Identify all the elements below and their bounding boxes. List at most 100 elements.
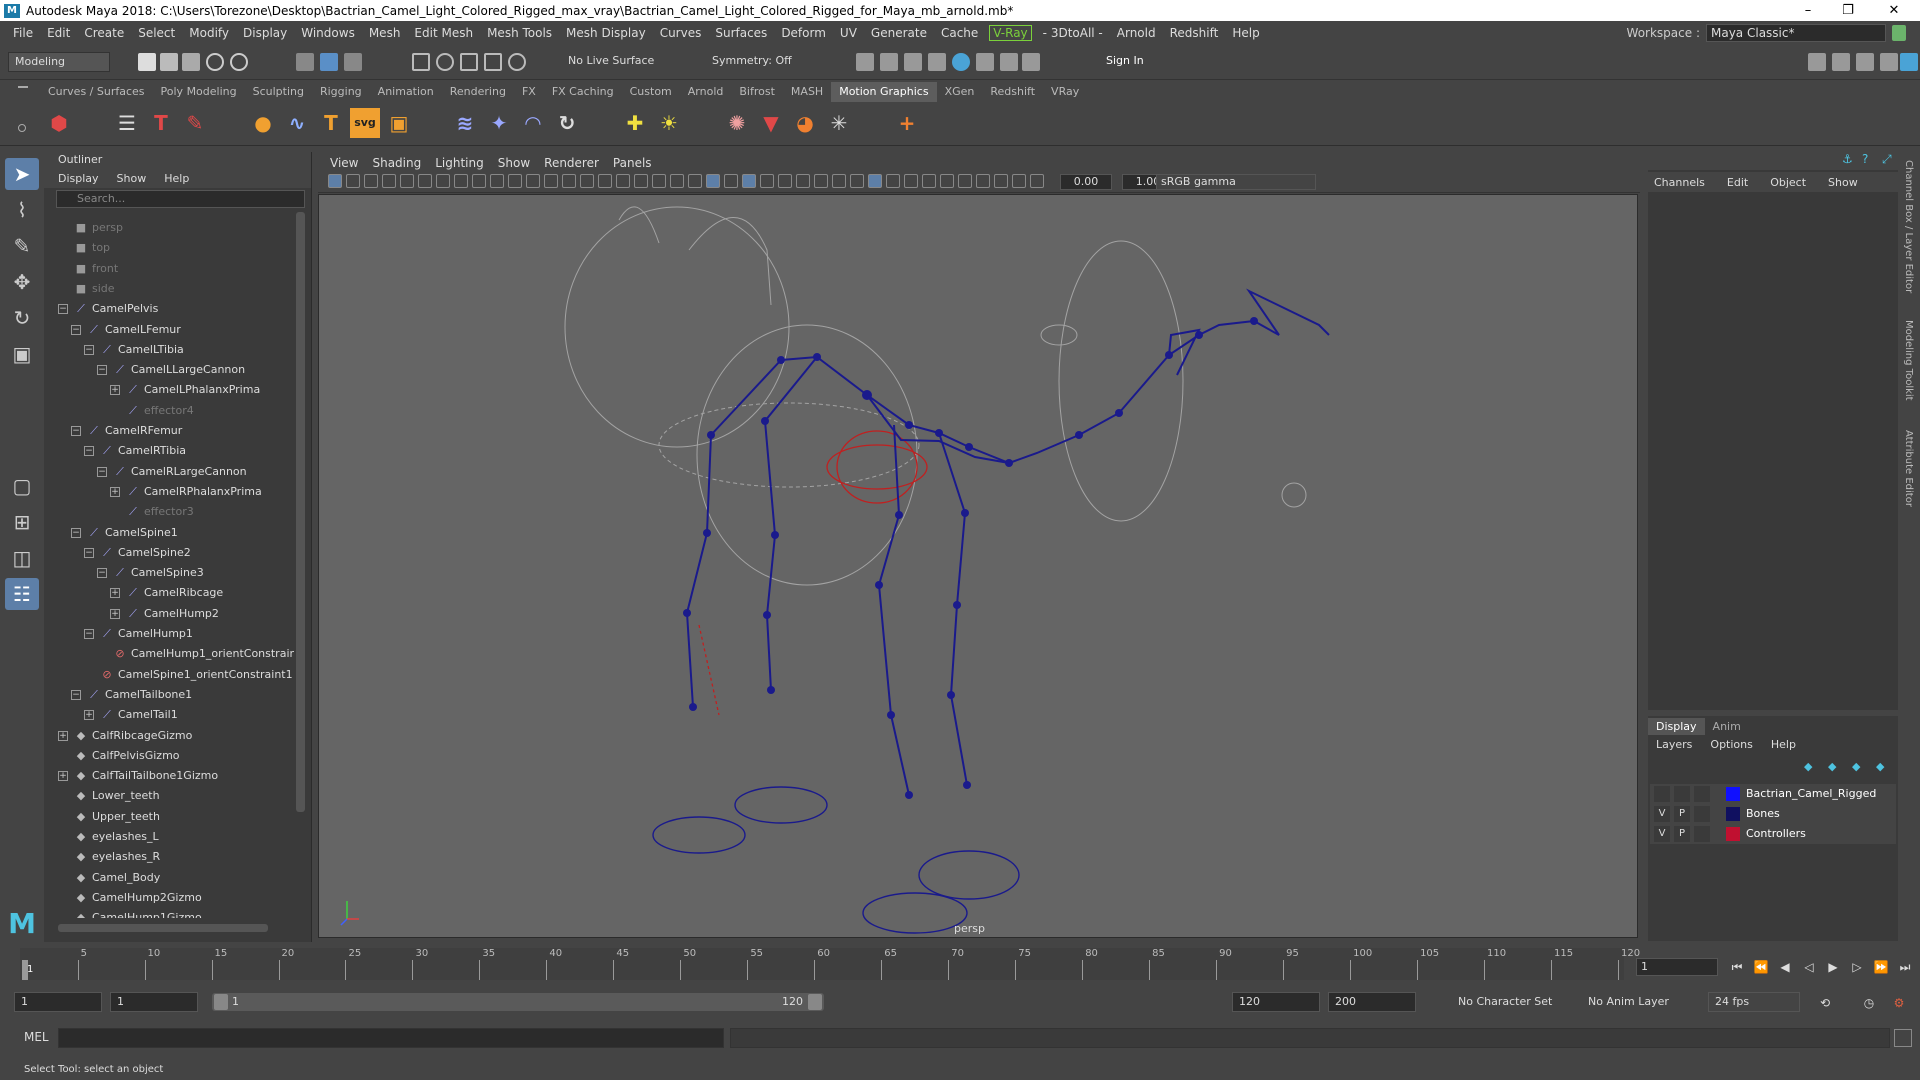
expand-icon[interactable]: +	[84, 710, 94, 721]
command-input[interactable]	[58, 1028, 724, 1048]
paint-select-tool-icon[interactable]: ✎	[5, 230, 39, 262]
twist-shelf-icon[interactable]: ↻	[552, 108, 582, 138]
move-tool-icon[interactable]: ✥	[5, 266, 39, 298]
expand-icon[interactable]: +	[58, 730, 68, 741]
expand-icon[interactable]: +	[110, 385, 120, 396]
go-to-end-icon[interactable]: ⏭	[1896, 958, 1914, 976]
outliner-row[interactable]: ◆ CamelHump1Gizmo	[58, 908, 202, 918]
outliner-row[interactable]: ◆ CalfPelvisGizmo	[58, 746, 180, 766]
layer-menu-options[interactable]: Options	[1710, 738, 1752, 751]
collapse-icon[interactable]: −	[58, 304, 68, 315]
collapse-icon[interactable]: −	[71, 527, 81, 538]
outliner-row[interactable]: + ◆ CalfTailTailbone1Gizmo	[58, 766, 218, 786]
outliner-row[interactable]: − ⟋ CamelHump1	[84, 624, 193, 644]
list-shelf-icon[interactable]: ☰	[112, 108, 142, 138]
viewport-menu-panels[interactable]: Panels	[607, 156, 658, 170]
viewport-tool-button[interactable]	[976, 174, 990, 188]
persp-outliner-layout-icon[interactable]: ◫	[5, 542, 39, 574]
layer-color-swatch[interactable]	[1726, 787, 1740, 801]
side-tab-modeling-toolkit[interactable]: Modeling Toolkit	[1903, 320, 1914, 401]
outliner-menu-display[interactable]: Display	[58, 172, 99, 185]
menu-3dtoall[interactable]: - 3DtoAll -	[1036, 26, 1110, 40]
lasso-tool-icon[interactable]: ⌇	[5, 194, 39, 226]
snap-view-plane-icon[interactable]	[484, 53, 502, 71]
menu-curves[interactable]: Curves	[653, 26, 709, 40]
viewport-tool-button[interactable]	[796, 174, 810, 188]
pause-render-icon[interactable]	[1022, 53, 1040, 71]
viewport-tool-button[interactable]	[652, 174, 666, 188]
anim-prefs-icon[interactable]: ⚙	[1890, 994, 1908, 1012]
outliner-row[interactable]: − ⟋ CamelSpine1	[71, 523, 178, 543]
range-end-handle[interactable]	[808, 994, 822, 1010]
collapse-icon[interactable]: −	[97, 365, 107, 376]
layer-playback-toggle[interactable]: P	[1674, 826, 1690, 842]
layer-move-down-icon[interactable]: ◆	[1828, 760, 1842, 773]
viewport-tool-button[interactable]	[436, 174, 450, 188]
snap-grid-icon[interactable]	[412, 53, 430, 71]
viewport-tool-button[interactable]	[400, 174, 414, 188]
channel-box-help-icon[interactable]: ?	[1862, 152, 1876, 166]
viewport-tool-button[interactable]	[526, 174, 540, 188]
select-component-icon[interactable]	[344, 53, 362, 71]
collapse-icon[interactable]: −	[71, 689, 81, 700]
shelf-tab-animation[interactable]: Animation	[370, 82, 442, 102]
fps-dropdown[interactable]: 24 fps	[1708, 992, 1800, 1012]
exposure-field[interactable]: 0.00	[1060, 174, 1112, 190]
channel-box-menu-channels[interactable]: Channels	[1654, 176, 1705, 189]
viewport-tool-button[interactable]	[1030, 174, 1044, 188]
outliner-row[interactable]: − ⟋ CamelLTibia	[84, 340, 184, 360]
collapse-icon[interactable]: −	[71, 324, 81, 335]
auto-key-icon[interactable]: ◷	[1860, 994, 1878, 1012]
workspace-dropdown[interactable]: Maya Classic*	[1706, 24, 1886, 42]
menu-file[interactable]: File	[6, 26, 40, 40]
outliner-row[interactable]: ⊘ CamelHump1_orientConstrain	[97, 644, 294, 664]
viewport-tool-button[interactable]	[508, 174, 522, 188]
viewport-tool-button[interactable]	[418, 174, 432, 188]
select-object-icon[interactable]	[320, 53, 338, 71]
channel-box-menu-show[interactable]: Show	[1828, 176, 1858, 189]
select-tool-icon[interactable]: ➤	[5, 158, 39, 190]
step-back-frame-icon[interactable]: ◀	[1776, 958, 1794, 976]
viewport-tool-button[interactable]	[364, 174, 378, 188]
shelf-menu-icon[interactable]	[18, 86, 28, 88]
shelf-tab-poly-modeling[interactable]: Poly Modeling	[153, 82, 245, 102]
menu-windows[interactable]: Windows	[294, 26, 362, 40]
menu-redshift[interactable]: Redshift	[1163, 26, 1226, 40]
current-time-marker[interactable]	[22, 960, 28, 980]
outliner-row[interactable]: ■ side	[58, 279, 115, 299]
layer-visibility-toggle[interactable]: V	[1654, 806, 1670, 822]
layer-row[interactable]: V P Controllers	[1650, 824, 1896, 844]
viewport-tool-button[interactable]	[346, 174, 360, 188]
step-forward-frame-icon[interactable]: ▷	[1848, 958, 1866, 976]
fluid-shelf-icon[interactable]: ◕	[790, 108, 820, 138]
menu-arnold[interactable]: Arnold	[1110, 26, 1163, 40]
playback-end-field[interactable]: 120	[1232, 992, 1320, 1012]
viewport-tool-button[interactable]	[544, 174, 558, 188]
viewport-tool-button[interactable]	[580, 174, 594, 188]
menuset-dropdown[interactable]: Modeling	[8, 52, 110, 72]
curve-shelf-icon[interactable]: ∿	[282, 108, 312, 138]
script-editor-icon[interactable]	[1894, 1029, 1912, 1047]
outliner-row[interactable]: ⟋ effector4	[110, 401, 194, 421]
anim-layer-dropdown[interactable]: No Anim Layer	[1588, 992, 1669, 1012]
channel-box-menu-edit[interactable]: Edit	[1727, 176, 1748, 189]
minimize-button[interactable]: –	[1788, 0, 1828, 21]
lock-icon[interactable]	[1892, 25, 1906, 41]
box-shelf-icon[interactable]: ▣	[384, 108, 414, 138]
outliner-row[interactable]: ■ persp	[58, 218, 123, 238]
playback-start-field[interactable]: 1	[110, 992, 198, 1012]
shelf-tab-arnold[interactable]: Arnold	[680, 82, 732, 102]
shelf-tab-rigging[interactable]: Rigging	[312, 82, 370, 102]
mel-label[interactable]: MEL	[24, 1030, 49, 1044]
character-set-dropdown[interactable]: No Character Set	[1458, 992, 1552, 1012]
render-frame-icon[interactable]	[856, 53, 874, 71]
outliner-row[interactable]: + ⟋ CamelTail1	[84, 705, 178, 725]
collapse-icon[interactable]: −	[97, 466, 107, 477]
expand-icon[interactable]: +	[58, 771, 68, 782]
menu-uv[interactable]: UV	[833, 26, 864, 40]
shelf-tab-xgen[interactable]: XGen	[937, 82, 983, 102]
menu-surfaces[interactable]: Surfaces	[708, 26, 774, 40]
channel-box-pin-icon[interactable]: ⚓	[1842, 152, 1856, 166]
live-surface-field[interactable]: No Live Surface	[562, 52, 670, 72]
outliner-row[interactable]: ⟋ effector3	[110, 502, 194, 522]
